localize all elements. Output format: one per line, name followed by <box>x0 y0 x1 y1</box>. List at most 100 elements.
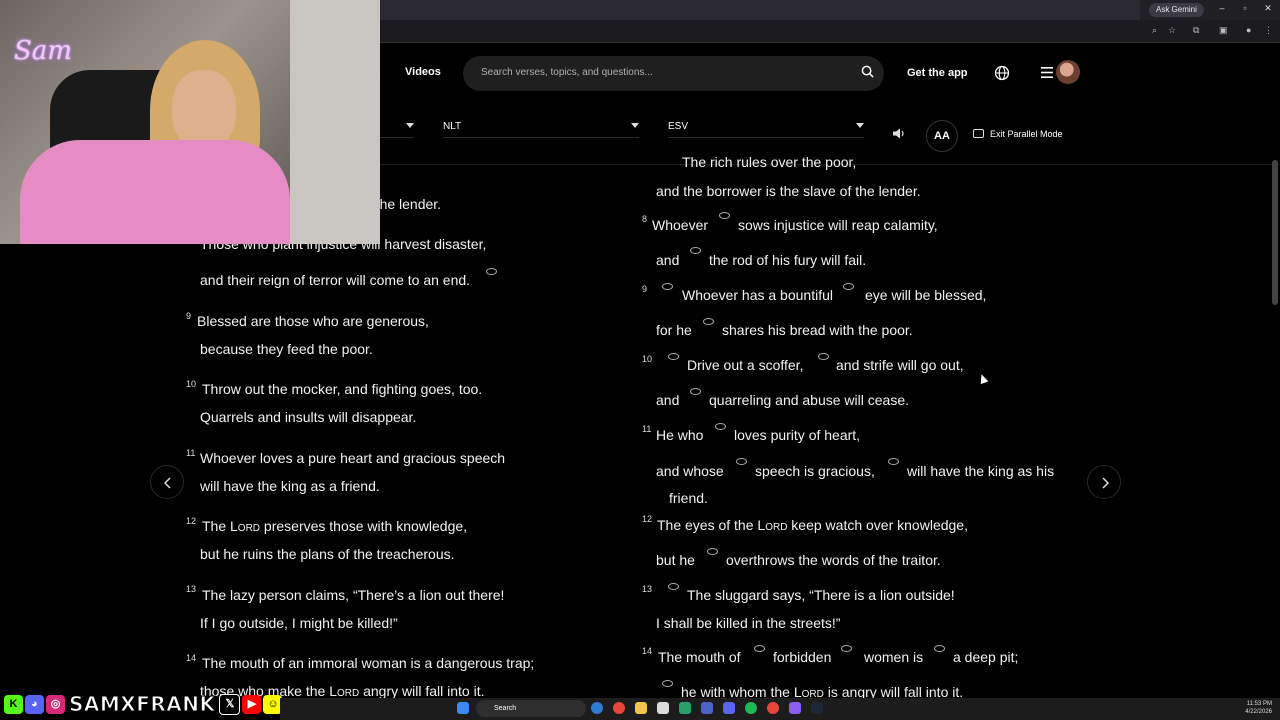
clock-date: 4/22/2026 <box>1245 709 1272 715</box>
verse-line: and <box>656 252 680 268</box>
verse-line: Quarrels and insults will disappear. <box>200 409 417 425</box>
note-icon[interactable] <box>690 388 701 396</box>
ask-gemini-button[interactable]: Ask Gemini <box>1149 3 1204 17</box>
note-icon[interactable] <box>888 458 899 466</box>
note-icon[interactable] <box>818 353 829 361</box>
note-icon[interactable] <box>486 268 497 276</box>
parallel-mode-icon <box>973 129 984 138</box>
verse-line: The mouth of <box>658 649 741 665</box>
verse-line: and whose <box>656 463 724 479</box>
restore-icon[interactable]: ▫ <box>1237 3 1253 13</box>
verse-number: 12 <box>642 514 653 524</box>
note-icon[interactable] <box>843 283 854 291</box>
streamer-logo: Sam <box>14 36 72 66</box>
speaker-icon[interactable] <box>893 128 906 139</box>
verse-number: 13 <box>186 584 197 594</box>
windows-start-icon[interactable] <box>457 702 469 714</box>
instagram-icon: ◎ <box>46 694 65 714</box>
verse-line: women is <box>864 649 924 665</box>
verse-line: and the borrower is the slave of the len… <box>656 183 921 199</box>
sidepanel-icon[interactable]: ▣ <box>1219 25 1228 36</box>
note-icon[interactable] <box>662 283 673 291</box>
verse-number: 8 <box>642 214 648 224</box>
steam-icon[interactable] <box>811 702 823 714</box>
note-icon[interactable] <box>841 645 852 653</box>
note-icon[interactable] <box>719 212 730 220</box>
page-scrollbar[interactable] <box>1272 160 1278 305</box>
verse-line: overthrows the words of the traitor. <box>726 552 941 568</box>
verse-number: 11 <box>186 448 196 458</box>
spotify-icon[interactable] <box>745 702 757 714</box>
verse-line: the rod of his fury will fail. <box>709 252 867 268</box>
search-icon[interactable] <box>861 65 874 78</box>
search-bar[interactable] <box>463 56 884 91</box>
version-label: ESV <box>668 121 689 132</box>
close-icon[interactable]: ✕ <box>1260 3 1276 14</box>
taskbar-search[interactable]: Search <box>476 700 586 717</box>
verse-line: and strife will go out, <box>836 357 964 373</box>
verse-line: speech is gracious, <box>755 463 875 479</box>
previous-chapter-button[interactable] <box>150 465 184 499</box>
bookmark-star-icon[interactable]: ☆ <box>1168 25 1176 36</box>
next-chapter-button[interactable] <box>1087 465 1121 499</box>
note-icon[interactable] <box>662 680 673 688</box>
note-icon[interactable] <box>934 645 945 653</box>
exit-parallel-mode-button[interactable]: Exit Parallel Mode <box>990 129 1063 139</box>
chrome-icon[interactable] <box>613 702 625 714</box>
edge-icon[interactable] <box>591 702 603 714</box>
extensions-icon[interactable]: ⧉ <box>1193 25 1199 36</box>
verse-line: sows injustice will reap calamity, <box>738 217 938 233</box>
note-icon[interactable] <box>668 583 679 591</box>
chevron-down-icon <box>631 123 639 128</box>
version-select-left[interactable] <box>380 117 414 138</box>
note-icon[interactable] <box>703 318 714 326</box>
note-icon[interactable] <box>707 548 718 556</box>
zoom-icon[interactable]: ⌕ <box>1152 25 1157 36</box>
verse-line: Blessed are those who are generous, <box>197 313 429 329</box>
discord-taskbar-icon[interactable] <box>723 702 735 714</box>
note-icon[interactable] <box>754 645 765 653</box>
hamburger-menu-icon[interactable] <box>1041 67 1053 78</box>
taskbar-clock[interactable]: 11:53 PM 4/22/2026 <box>1238 700 1272 716</box>
verse-line: and their reign of terror will come to a… <box>200 272 471 288</box>
more-menu-icon[interactable]: ⋮ <box>1264 25 1273 36</box>
verse-line: Drive out a scoffer, <box>687 357 804 373</box>
store-icon[interactable] <box>657 702 669 714</box>
webcam-overlay: Sam <box>0 0 380 244</box>
text-size-button[interactable]: AA <box>926 120 958 152</box>
verse-line: a deep pit; <box>953 649 1019 665</box>
app-icon[interactable] <box>701 702 713 714</box>
verse-line: He who <box>656 427 704 443</box>
note-icon[interactable] <box>715 423 726 431</box>
nav-videos[interactable]: Videos <box>405 66 441 78</box>
file-explorer-icon[interactable] <box>635 702 647 714</box>
verse-number: 14 <box>186 653 197 663</box>
verse-number: 10 <box>642 354 653 364</box>
version-select-esv[interactable]: ESV <box>668 117 864 138</box>
note-icon[interactable] <box>668 353 679 361</box>
browser-tab-strip[interactable] <box>380 0 1140 20</box>
verse-number: 9 <box>642 284 648 294</box>
verse-line: but he ruins the plans of the treacherou… <box>200 546 455 562</box>
verse-line: The lazy person claims, “There’s a lion … <box>202 587 505 603</box>
verse-line: Whoever <box>652 217 709 233</box>
minimize-icon[interactable]: – <box>1214 3 1230 13</box>
verse-line: but he <box>656 552 695 568</box>
app-icon[interactable] <box>789 702 801 714</box>
globe-icon[interactable] <box>994 65 1010 81</box>
app-icon[interactable] <box>679 702 691 714</box>
streamer-handle: SAMXFRANK <box>68 692 216 717</box>
verse-line: The Lord preserves those with knowledge, <box>202 518 468 534</box>
avatar[interactable] <box>1056 60 1080 84</box>
verse-line: I shall be killed in the streets!” <box>656 615 841 631</box>
search-input[interactable] <box>481 67 841 78</box>
get-app-link[interactable]: Get the app <box>907 67 968 79</box>
note-icon[interactable] <box>736 458 747 466</box>
chrome-icon[interactable] <box>767 702 779 714</box>
verse-number: 12 <box>186 516 197 526</box>
profile-icon[interactable]: ● <box>1246 25 1251 35</box>
version-select-nlt[interactable]: NLT <box>443 117 639 138</box>
verse-number: 14 <box>642 646 653 656</box>
note-icon[interactable] <box>690 247 701 255</box>
webcam-streamer-face <box>172 70 236 150</box>
